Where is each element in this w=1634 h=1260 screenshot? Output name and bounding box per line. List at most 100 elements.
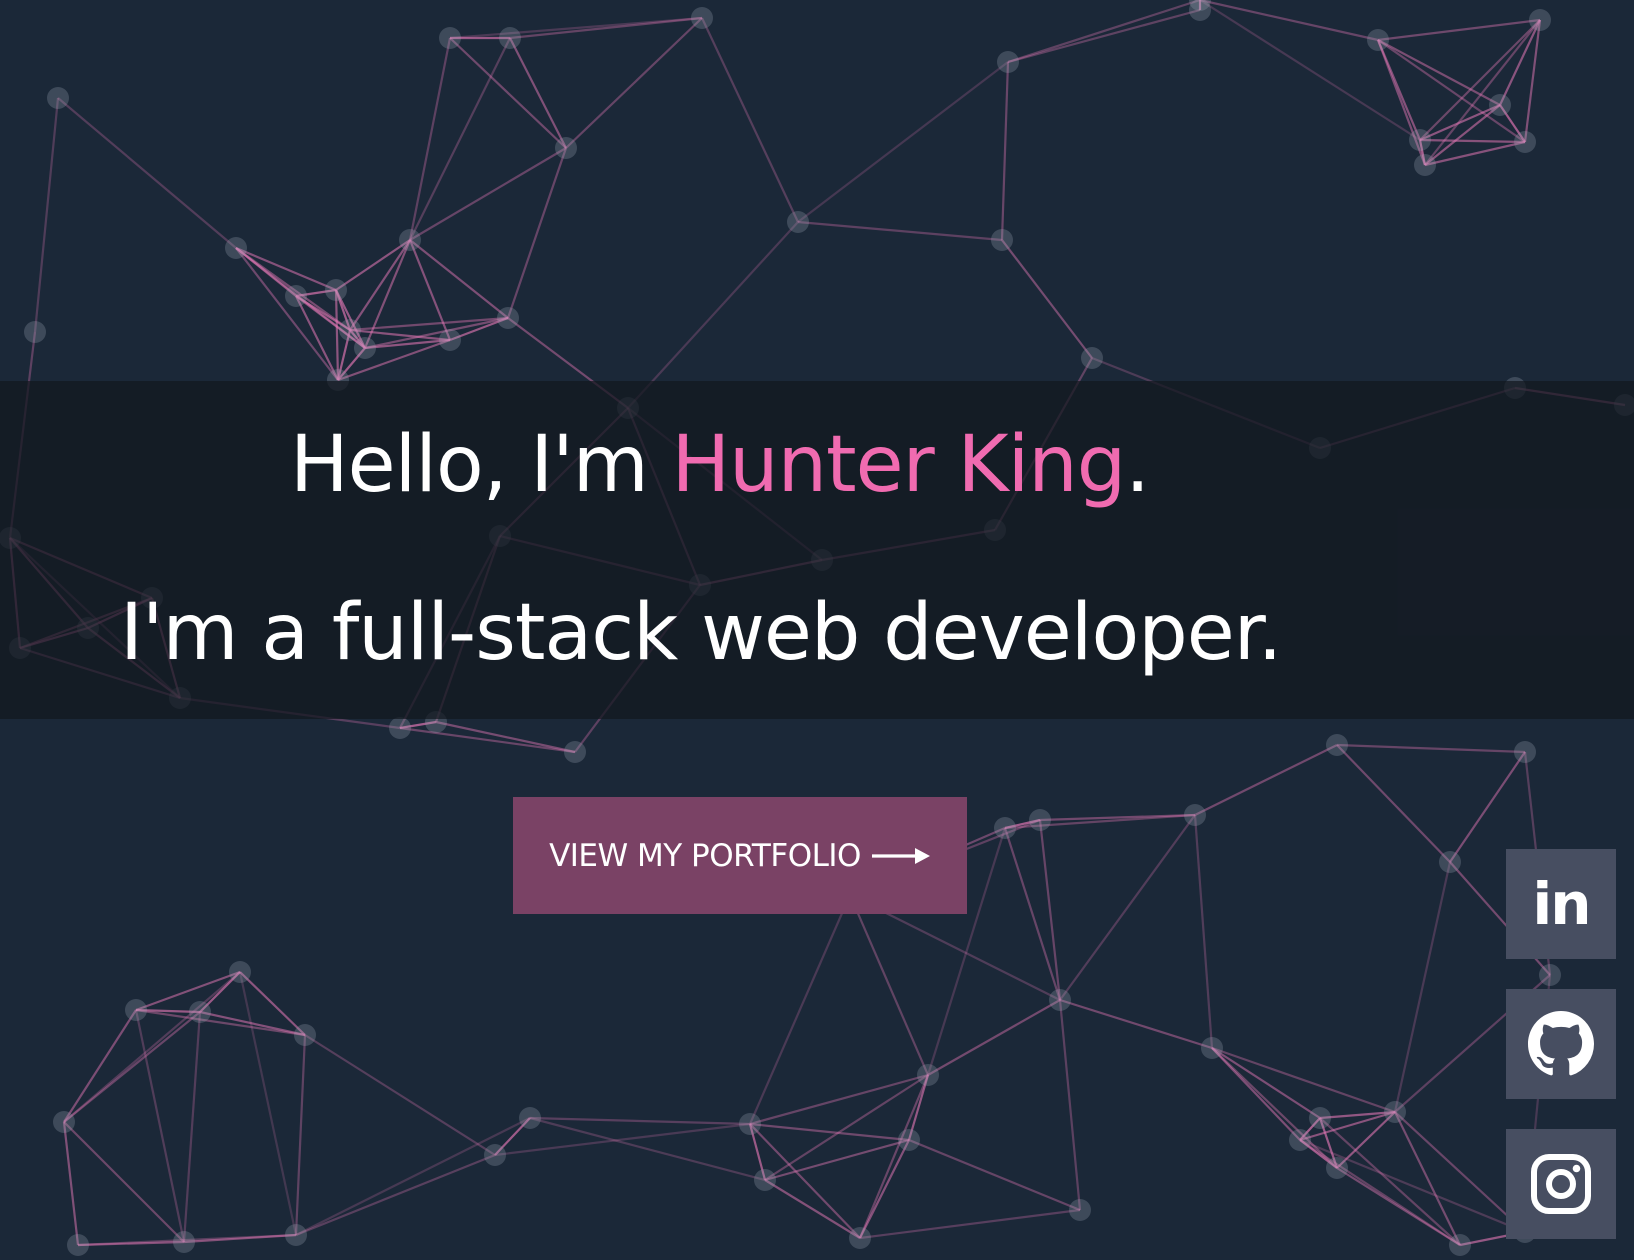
network-link — [701, 17, 799, 223]
network-node — [285, 1224, 307, 1246]
github-icon — [1528, 1011, 1594, 1076]
hero-section: Hello, I'm Hunter King. I'm a full-stack… — [0, 0, 1634, 1260]
developer-name: Hunter King — [671, 420, 1127, 510]
network-link — [239, 971, 306, 1036]
network-node — [564, 741, 586, 763]
network-node — [497, 307, 519, 329]
network-link — [135, 970, 241, 1012]
network-link — [334, 289, 340, 381]
network-link — [529, 1116, 751, 1126]
arrow-right-icon — [871, 847, 930, 864]
greeting-heading: Hello, I'm Hunter King. — [290, 426, 1150, 504]
network-link — [509, 37, 567, 149]
network-node — [994, 817, 1016, 839]
network-link — [1419, 138, 1526, 144]
network-link — [509, 16, 703, 40]
instagram-icon — [1531, 1154, 1591, 1214]
network-link — [349, 239, 411, 331]
network-link — [1211, 1047, 1321, 1119]
network-node — [225, 237, 247, 259]
network-link — [565, 17, 703, 149]
github-link[interactable] — [1506, 989, 1616, 1099]
network-node — [47, 87, 69, 109]
network-node — [1439, 851, 1461, 873]
network-link — [749, 1073, 929, 1126]
network-node — [849, 1227, 871, 1249]
network-link — [1449, 751, 1526, 863]
network-link — [859, 1139, 910, 1239]
network-node — [125, 999, 147, 1021]
network-link — [294, 1034, 307, 1236]
network-link — [238, 971, 298, 1236]
network-link — [295, 1117, 531, 1236]
network-node — [1514, 131, 1536, 153]
network-node — [739, 1113, 761, 1135]
network-node — [1081, 347, 1103, 369]
network-node — [1049, 989, 1071, 1011]
network-node — [439, 27, 461, 49]
network-node — [1514, 741, 1536, 763]
network-node — [24, 321, 46, 343]
network-link — [63, 1011, 201, 1123]
view-portfolio-label: VIEW MY PORTFOLIO — [549, 837, 861, 874]
network-link — [1336, 743, 1526, 754]
network-link — [1377, 18, 1541, 42]
network-node — [1326, 734, 1348, 756]
network-node — [991, 229, 1013, 251]
network-link — [57, 97, 237, 249]
network-link — [1193, 814, 1214, 1049]
network-link — [408, 37, 452, 241]
network-node — [189, 1001, 211, 1023]
view-portfolio-button[interactable]: VIEW MY PORTFOLIO — [513, 797, 967, 914]
network-node — [1367, 29, 1389, 51]
network-node — [229, 961, 251, 983]
network-node — [339, 319, 361, 341]
network-node — [754, 1169, 776, 1191]
network-link — [182, 1011, 202, 1243]
network-link — [1199, 0, 1379, 42]
network-node — [173, 1231, 195, 1253]
network-node — [53, 1111, 75, 1133]
network-link — [1007, 0, 1201, 64]
network-node — [1489, 94, 1511, 116]
network-node — [67, 1234, 89, 1256]
network-node — [1201, 1037, 1223, 1059]
network-node — [399, 229, 421, 251]
network-node — [691, 7, 713, 29]
network-link — [1007, 8, 1201, 64]
network-link — [1059, 814, 1196, 1001]
network-node — [1184, 804, 1206, 826]
network-node — [285, 285, 307, 307]
network-link — [1419, 103, 1501, 142]
linkedin-icon: in — [1532, 870, 1591, 938]
network-node — [1189, 0, 1211, 21]
network-node — [325, 279, 347, 301]
network-link — [1199, 0, 1421, 141]
network-link — [33, 97, 60, 333]
network-link — [859, 1208, 1081, 1240]
network-link — [1336, 744, 1451, 863]
network-node — [519, 1107, 541, 1129]
network-link — [797, 61, 1009, 223]
network-link — [1393, 861, 1452, 1113]
network-node — [1414, 154, 1436, 176]
network-node — [1539, 964, 1561, 986]
network-node — [1029, 809, 1051, 831]
network-node — [1069, 1199, 1091, 1221]
network-node — [787, 211, 809, 233]
network-link — [135, 1008, 306, 1037]
network-node — [1384, 1101, 1406, 1123]
network-link — [1000, 61, 1010, 241]
network-node — [1289, 1129, 1311, 1151]
instagram-link[interactable] — [1506, 1129, 1616, 1239]
network-link — [1001, 239, 1093, 359]
network-link — [1211, 1046, 1396, 1114]
linkedin-link[interactable]: in — [1506, 849, 1616, 959]
network-node — [354, 337, 376, 359]
network-node — [484, 1144, 506, 1166]
network-link — [848, 894, 930, 1076]
network-link — [1194, 744, 1338, 816]
network-node — [439, 329, 461, 351]
tagline-heading: I'm a full-stack web developer. — [120, 588, 1282, 678]
network-link — [304, 1034, 496, 1156]
